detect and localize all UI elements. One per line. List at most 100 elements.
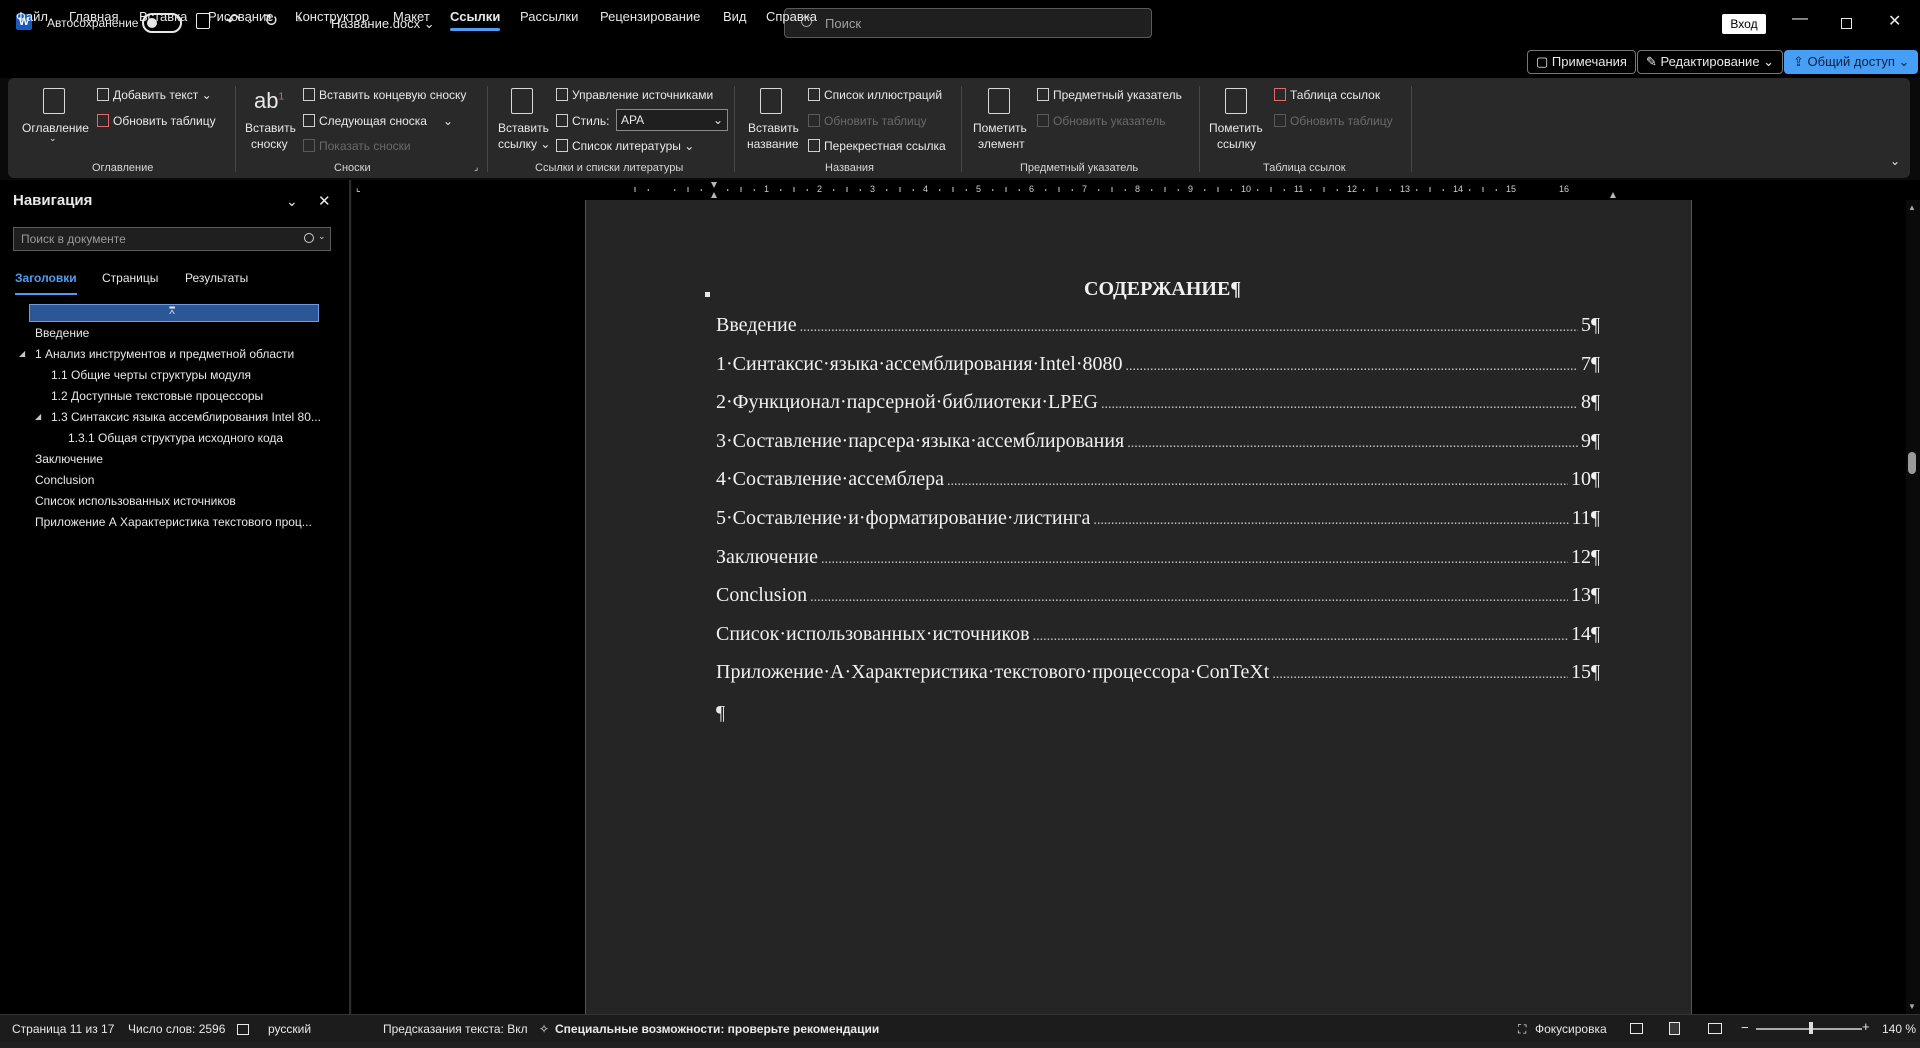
zoom-out-button[interactable]: − [1741,1020,1749,1035]
scrollbar-thumb[interactable] [1908,452,1916,474]
collapse-ribbon-icon[interactable]: ⌄ [1890,154,1900,168]
mark-entry-button-line1[interactable]: Пометить [973,121,1027,135]
nav-current-position[interactable]: ⩞ [29,304,319,322]
web-layout-icon[interactable] [1708,1023,1722,1034]
toc-entry[interactable]: Conclusion..............................… [716,584,1600,608]
citation-style-select[interactable]: APA ⌄ [616,109,728,131]
update-figures-button[interactable]: Обновить таблицу [808,114,927,128]
login-button[interactable]: Вход [1722,14,1766,34]
insert-caption-button-line2[interactable]: название [747,137,799,151]
insert-endnote-button[interactable]: Вставить концевую сноску [303,88,466,102]
page-counter[interactable]: Страница 11 из 17 [12,1022,114,1036]
nav-heading[interactable]: 1.2 Доступные текстовые процессоры [51,389,335,403]
tab-help[interactable]: Справка [766,9,817,24]
tab-mailings[interactable]: Рассылки [520,9,578,24]
tab-design[interactable]: Конструктор [295,9,369,24]
update-index-button[interactable]: Обновить указатель [1037,114,1166,128]
proofing-icon[interactable] [237,1024,249,1035]
toc-entry[interactable]: 4·Составление·ассемблера................… [716,468,1600,492]
scroll-up-icon[interactable]: ▲ [1908,203,1916,212]
tab-view[interactable]: Вид [723,9,747,24]
insert-citation-button-line1[interactable]: Вставить [498,121,549,135]
nav-heading[interactable]: Приложение А Характеристика текстового п… [35,515,325,529]
tab-insert[interactable]: Вставка [139,9,187,24]
print-layout-icon[interactable] [1669,1022,1680,1035]
tab-selector-icon[interactable]: ⌞ [356,183,361,194]
read-mode-icon[interactable] [1630,1023,1643,1034]
tab-references[interactable]: Ссылки [450,9,501,31]
nav-heading[interactable]: 1 Анализ инструментов и предметной облас… [35,347,335,361]
toc-entry[interactable]: Введение................................… [716,314,1600,338]
nav-heading[interactable]: Заключение [35,452,335,466]
toc-dropdown-icon[interactable]: ⌄ [49,133,57,144]
empty-paragraph[interactable]: ¶ [716,702,725,725]
text-predictions-status[interactable]: Предсказания текста: Вкл [383,1022,528,1036]
nav-heading[interactable]: Conclusion [35,473,335,487]
insert-footnote-button-line1[interactable]: Вставить [245,121,296,135]
restore-icon[interactable] [1841,18,1852,29]
toc-entry[interactable]: Заключение..............................… [716,546,1600,570]
update-table-button[interactable]: Обновить таблицу [97,114,216,128]
table-of-figures-button[interactable]: Список иллюстраций [808,88,942,102]
comments-button[interactable]: ▢ Примечания [1527,50,1636,74]
show-notes-button[interactable]: Показать сноски [303,139,411,153]
insert-caption-button-line1[interactable]: Вставить [748,121,799,135]
minimize-icon[interactable]: — [1792,10,1808,28]
toc-entry[interactable]: 5·Составление·и·форматирование·листинга.… [716,507,1600,531]
accessibility-status[interactable]: Специальные возможности: проверьте реком… [555,1022,879,1036]
cross-reference-button[interactable]: Перекрестная ссылка [808,139,946,153]
collapse-triangle-icon[interactable]: ◢ [35,412,41,421]
nav-search-input[interactable]: Поиск в документе ⌄ [13,227,331,251]
nav-heading[interactable]: 1.3 Синтаксис языка ассемблирования Inte… [51,410,321,424]
pane-divider[interactable] [349,180,351,1014]
manage-sources-button[interactable]: Управление источниками [556,88,713,102]
mark-citation-button-line1[interactable]: Пометить [1209,121,1263,135]
insert-index-button[interactable]: Предметный указатель [1037,88,1182,102]
tab-draw[interactable]: Рисование [208,9,273,24]
nav-heading[interactable]: Список использованных источников [35,494,335,508]
close-icon[interactable]: ✕ [318,192,331,210]
nav-heading[interactable]: 1.3.1 Общая структура исходного кода [68,431,338,445]
toc-entry[interactable]: Список·использованных·источников........… [716,623,1600,647]
toc-heading[interactable]: СОДЕРЖАНИЕ¶ [1084,278,1241,301]
editing-mode-button[interactable]: ✎ Редактирование ⌄ [1637,50,1784,74]
tab-layout[interactable]: Макет [393,9,430,24]
toc-entry[interactable]: 1·Синтаксис·языка·ассемблирования·Intel·… [716,353,1600,377]
tab-file[interactable]: Файл [16,9,48,24]
collapse-up-icon: ⩞ [169,306,176,317]
tab-results[interactable]: Результаты [185,271,248,285]
tab-review[interactable]: Рецензирование [600,9,700,24]
insert-toa-button[interactable]: Таблица ссылок [1274,88,1380,102]
nav-heading[interactable]: 1.1 Общие черты структуры модуля [51,368,335,382]
zoom-slider-thumb[interactable] [1809,1022,1813,1034]
tab-headings[interactable]: Заголовки [15,271,77,295]
add-text-icon [97,88,109,101]
zoom-in-button[interactable]: + [1862,1019,1870,1034]
mark-entry-button-line2[interactable]: элемент [978,137,1025,151]
vertical-scrollbar[interactable] [1906,200,1920,1014]
toc-entry[interactable]: 3·Составление·парсера·языка·ассемблирова… [716,430,1600,454]
word-count[interactable]: Число слов: 2596 [128,1022,225,1036]
bibliography-button[interactable]: Список литературы ⌄ [556,139,694,153]
tab-home[interactable]: Главная [69,9,118,24]
next-footnote-button[interactable]: Следующая сноска ⌄ [303,114,453,128]
zoom-level[interactable]: 140 % [1882,1022,1916,1036]
close-icon[interactable]: ✕ [1888,11,1901,31]
nav-heading[interactable]: Введение [35,326,335,340]
insert-citation-button-line2[interactable]: ссылку ⌄ [498,137,550,151]
insert-footnote-button-line2[interactable]: сноску [251,137,288,151]
update-toa-button[interactable]: Обновить таблицу [1274,114,1393,128]
language-indicator[interactable]: русский [268,1022,311,1036]
search-box[interactable]: Поиск [784,8,1152,38]
focus-mode-button[interactable]: Фокусировка [1535,1022,1607,1036]
toc-entry[interactable]: 2·Функционал·парсерной·библиотеки·LPEG..… [716,391,1600,415]
share-button[interactable]: ⇪ Общий доступ ⌄ [1784,50,1919,74]
toc-entry[interactable]: Приложение·А·Характеристика·текстового·п… [716,661,1600,685]
scroll-down-icon[interactable]: ▼ [1908,1002,1916,1011]
pane-options-icon[interactable]: ⌄ [286,193,298,210]
dialog-launcher-icon[interactable]: ⌟ [474,162,478,173]
add-text-button[interactable]: Добавить текст ⌄ [97,88,212,102]
mark-citation-button-line2[interactable]: ссылку [1217,137,1256,151]
collapse-triangle-icon[interactable]: ◢ [19,349,25,358]
tab-pages[interactable]: Страницы [102,271,158,285]
